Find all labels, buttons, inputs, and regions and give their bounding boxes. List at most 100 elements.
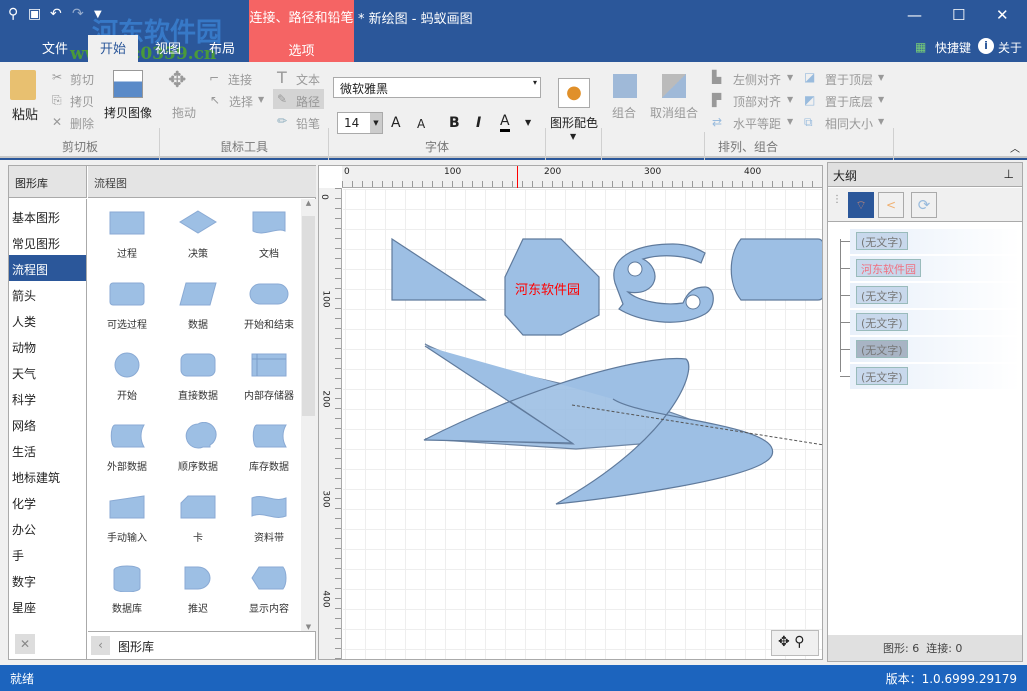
category-item[interactable]: 天气 — [9, 359, 86, 385]
outline-item[interactable]: (无文字) — [856, 340, 908, 358]
shrink-font-button[interactable]: A — [417, 117, 425, 131]
drawing-canvas[interactable]: 河东软件园 — [343, 189, 822, 659]
outline-item[interactable]: (无文字) — [856, 232, 908, 250]
align-left-button[interactable]: 左侧对齐 — [733, 71, 781, 88]
maximize-button[interactable]: ☐ — [952, 6, 965, 24]
font-family-select[interactable]: 微软雅黑 ▾ — [333, 77, 541, 98]
shape-item[interactable]: 顺序数据 — [163, 422, 233, 473]
outline-row[interactable]: (无文字) — [840, 283, 1020, 308]
category-item[interactable]: 生活 — [9, 437, 86, 463]
send-back-button[interactable]: 置于底层 — [825, 93, 873, 110]
undo-icon[interactable]: ↶ — [50, 6, 62, 22]
scroll-up-icon[interactable]: ▲ — [301, 199, 316, 214]
share-icon[interactable]: < — [878, 192, 904, 218]
paste-button[interactable]: 粘贴 — [12, 104, 38, 123]
delete-button[interactable]: 删除 — [70, 115, 94, 132]
shape-color-button[interactable]: 图形配色 — [550, 114, 598, 131]
about-button[interactable]: 关于 — [998, 39, 1022, 56]
move-icon[interactable]: ✥ — [778, 634, 790, 650]
scroll-down-icon[interactable]: ▼ — [301, 623, 316, 631]
font-color-button[interactable]: A — [500, 114, 510, 132]
outline-row[interactable]: 河东软件园 — [840, 256, 1020, 281]
font-size-select[interactable]: 14 ▼ — [337, 112, 383, 134]
align-top-button[interactable]: 顶部对齐 — [733, 93, 781, 110]
copy-button[interactable]: 拷贝 — [70, 93, 94, 110]
category-item[interactable]: 常见图形 — [9, 229, 86, 255]
bold-button[interactable]: B — [449, 115, 460, 131]
shortcuts-button[interactable]: 快捷键 — [935, 39, 971, 56]
pan-zoom-control[interactable]: ✥ ⚲ — [771, 630, 819, 656]
connect-button[interactable]: 连接 — [228, 71, 252, 88]
outline-item[interactable]: (无文字) — [856, 313, 908, 331]
category-item[interactable]: 人类 — [9, 307, 86, 333]
outline-row[interactable]: (无文字) — [840, 229, 1020, 254]
shape-item[interactable]: 手动输入 — [92, 493, 162, 544]
category-item[interactable]: 手 — [9, 541, 86, 567]
category-item[interactable]: 科学 — [9, 385, 86, 411]
category-item[interactable]: 办公 — [9, 515, 86, 541]
auto-layout-button[interactable]: ⌔ — [848, 192, 874, 218]
shape-item[interactable]: 推迟 — [163, 564, 233, 615]
outline-row[interactable]: (无文字) — [840, 364, 1020, 389]
shape-item[interactable]: 卡 — [163, 493, 233, 544]
select-button[interactable]: 选择 — [229, 93, 253, 110]
scrollbar[interactable]: ▲ ▼ — [301, 199, 316, 631]
drag-button[interactable]: 拖动 — [172, 104, 196, 121]
collapse-ribbon-icon[interactable]: ︿ — [1010, 140, 1020, 155]
pin-icon[interactable]: ⊥ — [1004, 167, 1014, 181]
outline-item[interactable]: (无文字) — [856, 286, 908, 304]
close-button[interactable]: ✕ — [996, 6, 1009, 24]
pencil-button[interactable]: 铅笔 — [296, 115, 320, 132]
distribute-horizontal-button[interactable]: 水平等距 — [733, 115, 781, 132]
ungroup-button[interactable]: 取消组合 — [650, 104, 698, 121]
tab-file[interactable]: 文件 — [42, 38, 68, 57]
shape-item[interactable]: 决策 — [163, 209, 233, 260]
shape-item[interactable]: 显示内容 — [234, 564, 301, 615]
outline-item[interactable]: (无文字) — [856, 367, 908, 385]
zoom-icon[interactable]: ⚲ — [794, 634, 804, 650]
shape-item[interactable]: 库存数据 — [234, 422, 301, 473]
shape-item[interactable]: 开始 — [92, 351, 162, 402]
group-button[interactable]: 组合 — [612, 104, 636, 121]
category-item[interactable]: 箭头 — [9, 281, 86, 307]
category-item[interactable]: 化学 — [9, 489, 86, 515]
outline-row[interactable]: (无文字) — [840, 310, 1020, 335]
tab-layout[interactable]: 布局 — [209, 38, 235, 57]
close-icon[interactable]: ✕ — [15, 634, 35, 654]
shape-item[interactable]: 文档 — [234, 209, 301, 260]
cut-button[interactable]: 剪切 — [70, 71, 94, 88]
shape-item[interactable]: 过程 — [92, 209, 162, 260]
grow-font-button[interactable]: A — [391, 115, 401, 131]
shape-item[interactable]: 直接数据 — [163, 351, 233, 402]
category-item[interactable]: 网络 — [9, 411, 86, 437]
shape-item[interactable]: 可选过程 — [92, 280, 162, 331]
category-item[interactable]: 星座 — [9, 593, 86, 619]
save-icon[interactable]: ▣ — [28, 6, 41, 22]
same-size-button[interactable]: 相同大小 — [825, 115, 873, 132]
text-button[interactable]: 文本 — [296, 71, 320, 88]
tab-options[interactable]: 选项 — [249, 40, 354, 59]
bring-front-button[interactable]: 置于顶层 — [825, 71, 873, 88]
refresh-icon[interactable]: ⟳ — [911, 192, 937, 218]
tab-home[interactable]: 开始 — [88, 35, 139, 62]
shape-item[interactable]: 数据库 — [92, 564, 162, 615]
category-item[interactable]: 地标建筑 — [9, 463, 86, 489]
category-item[interactable]: 数字 — [9, 567, 86, 593]
shape-item[interactable]: 内部存储器 — [234, 351, 301, 402]
back-icon[interactable]: ‹ — [91, 636, 110, 655]
category-item[interactable]: 动物 — [9, 333, 86, 359]
shape-item[interactable]: 开始和结束 — [234, 280, 301, 331]
path-button[interactable]: 路径 — [296, 93, 320, 110]
outline-row[interactable]: (无文字) — [840, 337, 1020, 362]
shape-item[interactable]: 数据 — [163, 280, 233, 331]
redo-icon[interactable]: ↷ — [72, 6, 84, 22]
tab-view[interactable]: 视图 — [155, 38, 181, 57]
shape-item[interactable]: 资料带 — [234, 493, 301, 544]
italic-button[interactable]: I — [476, 115, 481, 131]
category-item[interactable]: 流程图 — [9, 255, 86, 281]
outline-item[interactable]: 河东软件园 — [856, 259, 921, 277]
category-item[interactable]: 基本图形 — [9, 203, 86, 229]
copy-image-button[interactable]: 拷贝图像 — [104, 104, 152, 121]
minimize-button[interactable]: — — [907, 6, 922, 24]
shape-item[interactable]: 外部数据 — [92, 422, 162, 473]
